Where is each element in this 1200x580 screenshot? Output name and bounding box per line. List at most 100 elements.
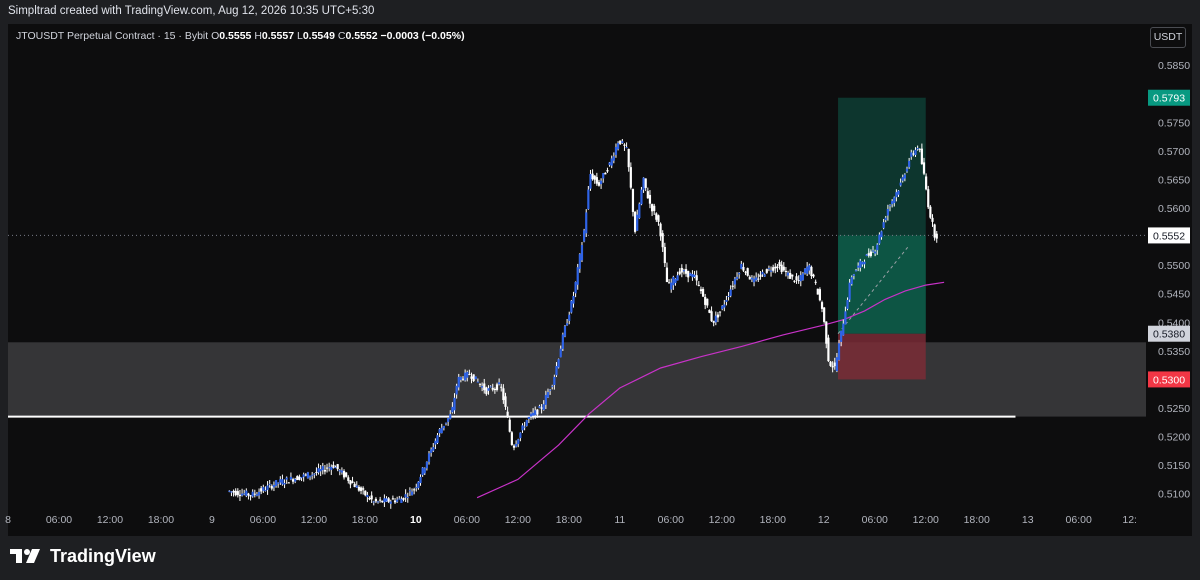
candle-body[interactable] [481, 386, 484, 388]
candle-body[interactable] [827, 337, 830, 362]
candle-body[interactable] [925, 176, 928, 190]
candle-body[interactable] [812, 274, 815, 277]
candle-body[interactable] [587, 189, 590, 210]
candle-body[interactable] [880, 231, 883, 238]
candle-body[interactable] [502, 388, 505, 401]
candle-body[interactable] [708, 309, 711, 313]
candle-body[interactable] [793, 280, 796, 282]
candle-body[interactable] [867, 253, 870, 256]
candle-body[interactable] [848, 282, 851, 300]
candle-body[interactable] [553, 376, 556, 386]
candle-body[interactable] [357, 486, 361, 491]
candle-body[interactable] [519, 432, 522, 439]
candle-body[interactable] [555, 365, 558, 376]
candle-body[interactable] [362, 488, 365, 490]
candle-body[interactable] [689, 273, 692, 276]
candle-body[interactable] [340, 470, 344, 473]
candle-body[interactable] [670, 282, 673, 290]
candle-body[interactable] [920, 148, 923, 165]
candle-body[interactable] [714, 315, 717, 323]
candle-body[interactable] [614, 146, 618, 156]
candle-body[interactable] [767, 268, 771, 270]
candle-body[interactable] [825, 321, 828, 344]
candle-body[interactable] [844, 311, 847, 325]
candle-body[interactable] [442, 425, 445, 429]
candle-body[interactable] [903, 174, 906, 179]
candle-body[interactable] [379, 499, 382, 501]
candle-body[interactable] [434, 440, 437, 445]
candle-body[interactable] [487, 388, 490, 391]
candle-body[interactable] [230, 491, 233, 493]
candle-body[interactable] [650, 204, 654, 212]
candle-body[interactable] [882, 222, 885, 228]
candle-body[interactable] [748, 276, 751, 280]
candle-body[interactable] [808, 265, 811, 271]
candle-body[interactable] [485, 387, 488, 395]
candle-body[interactable] [243, 493, 246, 495]
candle-body[interactable] [731, 285, 734, 287]
candle-body[interactable] [383, 498, 386, 503]
candle-body[interactable] [778, 262, 781, 266]
candle-body[interactable] [438, 429, 441, 434]
candle-body[interactable] [551, 385, 554, 387]
realized-profit-zone[interactable] [838, 235, 926, 334]
candle-body[interactable] [470, 376, 473, 379]
candle-body[interactable] [576, 267, 579, 285]
candle-body[interactable] [895, 192, 898, 198]
candle-body[interactable] [667, 282, 671, 284]
candle-body[interactable] [468, 374, 471, 376]
candle-body[interactable] [491, 387, 494, 390]
candle-body[interactable] [285, 477, 288, 480]
candle-body[interactable] [874, 251, 877, 254]
candle-body[interactable] [364, 490, 367, 496]
candle-body[interactable] [854, 270, 858, 272]
candle-body[interactable] [678, 271, 681, 275]
candle-body[interactable] [321, 466, 324, 471]
candle-body[interactable] [597, 182, 601, 186]
candle-body[interactable] [404, 494, 407, 498]
candle-body[interactable] [274, 480, 278, 486]
candle-body[interactable] [765, 269, 768, 273]
candle-body[interactable] [234, 490, 237, 496]
candle-body[interactable] [466, 371, 469, 378]
candle-body[interactable] [540, 407, 543, 409]
candle-body[interactable] [342, 470, 346, 478]
candle-body[interactable] [398, 498, 401, 500]
candle-body[interactable] [742, 266, 745, 271]
candle-body[interactable] [931, 217, 934, 222]
candle-body[interactable] [325, 467, 329, 469]
candle-body[interactable] [684, 269, 688, 274]
candle-body[interactable] [268, 483, 271, 485]
candle-body[interactable] [304, 474, 307, 476]
candle-body[interactable] [642, 177, 645, 190]
candle-body[interactable] [334, 467, 337, 469]
candle-body[interactable] [353, 483, 356, 488]
candle-body[interactable] [427, 453, 431, 462]
candle-body[interactable] [863, 261, 866, 265]
candle-body[interactable] [910, 152, 913, 157]
candle-body[interactable] [425, 461, 428, 469]
candle-body[interactable] [489, 386, 492, 388]
candle-body[interactable] [521, 425, 524, 431]
candle-body[interactable] [510, 432, 513, 445]
candle-body[interactable] [674, 279, 677, 284]
candle-body[interactable] [381, 500, 384, 503]
candle-body[interactable] [901, 177, 904, 181]
candle-body[interactable] [370, 495, 373, 500]
candle-body[interactable] [750, 277, 754, 280]
candle-body[interactable] [759, 274, 762, 277]
candle-body[interactable] [453, 397, 456, 411]
candle-body[interactable] [313, 473, 316, 475]
candle-body[interactable] [568, 314, 571, 321]
candle-body[interactable] [277, 482, 280, 484]
currency-button[interactable]: USDT [1150, 27, 1186, 48]
candle-body[interactable] [682, 270, 686, 272]
candle-body[interactable] [417, 481, 420, 489]
candle-body[interactable] [287, 482, 290, 484]
candle-body[interactable] [810, 266, 813, 276]
candlestick-chart[interactable]: 0.58500.58000.57500.57000.56500.56000.55… [0, 0, 1200, 536]
candle-body[interactable] [840, 330, 843, 342]
candle-body[interactable] [659, 223, 662, 237]
candle-body[interactable] [515, 443, 518, 447]
candle-body[interactable] [396, 499, 399, 502]
